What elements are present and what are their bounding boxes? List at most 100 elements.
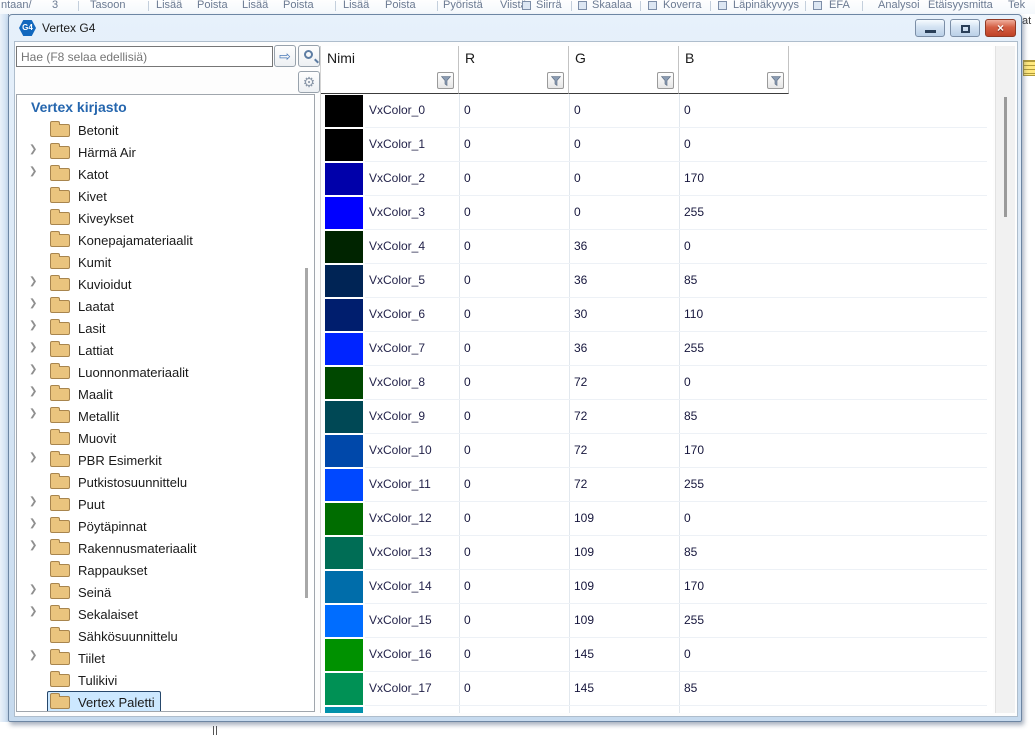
- toolbar-item[interactable]: Etäisyysmitta: [928, 0, 993, 11]
- toolbar-item[interactable]: Analysoi: [878, 0, 920, 11]
- sidebar-item-h-rm-air[interactable]: ❯ Härmä Air: [17, 141, 314, 163]
- table-row[interactable]: VxColor_80720: [321, 366, 993, 400]
- tree-row[interactable]: Metallit: [47, 405, 125, 427]
- column-header-r[interactable]: R: [459, 46, 569, 94]
- sidebar-item-pbr-esimerkit[interactable]: ❯ PBR Esimerkit: [17, 449, 314, 471]
- sidebar-item-kumit[interactable]: Kumit: [17, 251, 314, 273]
- toolbar-item[interactable]: ntaan/: [1, 0, 32, 11]
- chevron-right-icon[interactable]: ❯: [29, 320, 37, 331]
- table-row[interactable]: VxColor_300255: [321, 196, 993, 230]
- close-button[interactable]: ×: [985, 19, 1016, 37]
- table-row[interactable]: VxColor_1601450: [321, 638, 993, 672]
- table-row[interactable]: VxColor_11072255: [321, 468, 993, 502]
- sidebar-item-rakennusmateriaalit[interactable]: ❯ Rakennusmateriaalit: [17, 537, 314, 559]
- tree-row[interactable]: Lattiat: [47, 339, 119, 361]
- toolbar-item[interactable]: EFA: [829, 0, 850, 11]
- column-header-g[interactable]: G: [569, 46, 679, 94]
- chevron-right-icon[interactable]: ❯: [29, 166, 37, 177]
- tree-row[interactable]: Laatat: [47, 295, 120, 317]
- toolbar-item[interactable]: Tasoon: [90, 0, 125, 11]
- table-row[interactable]: VxColor_1201090: [321, 502, 993, 536]
- table-row[interactable]: VxColor_0000: [321, 94, 993, 128]
- column-header-nimi[interactable]: Nimi: [321, 46, 459, 94]
- sidebar-item-putkistosuunnittelu[interactable]: Putkistosuunnittelu: [17, 471, 314, 493]
- chevron-right-icon[interactable]: ❯: [29, 496, 37, 507]
- chevron-right-icon[interactable]: ❯: [29, 144, 37, 155]
- toolbar-item[interactable]: Tek: [1008, 0, 1025, 11]
- settings-button[interactable]: ⚙: [298, 71, 320, 93]
- table-row[interactable]: VxColor_503685: [321, 264, 993, 298]
- chevron-right-icon[interactable]: ❯: [29, 276, 37, 287]
- tree-row[interactable]: Maalit: [47, 383, 119, 405]
- tree-row[interactable]: Puut: [47, 493, 111, 515]
- tree-row[interactable]: Luonnonmateriaalit: [47, 361, 195, 383]
- main-scrollbar-thumb[interactable]: [1004, 97, 1007, 217]
- tree-row[interactable]: Rakennusmateriaalit: [47, 537, 203, 559]
- tree-row[interactable]: Katot: [47, 163, 114, 185]
- tree-row[interactable]: PBR Esimerkit: [47, 449, 168, 471]
- chevron-right-icon[interactable]: ❯: [29, 650, 37, 661]
- sidebar-item-kiveykset[interactable]: Kiveykset: [17, 207, 314, 229]
- toolbar-item[interactable]: Poista: [197, 0, 228, 11]
- chevron-right-icon[interactable]: ❯: [29, 584, 37, 595]
- restore-button[interactable]: [950, 19, 980, 37]
- sidebar-item-tulikivi[interactable]: Tulikivi: [17, 669, 314, 691]
- table-row[interactable]: VxColor_907285: [321, 400, 993, 434]
- chevron-right-icon[interactable]: ❯: [29, 606, 37, 617]
- tree-row[interactable]: Tulikivi: [47, 669, 123, 691]
- sidebar-item-metallit[interactable]: ❯ Metallit: [17, 405, 314, 427]
- chevron-right-icon[interactable]: ❯: [29, 540, 37, 551]
- sidebar-item-muovit[interactable]: Muovit: [17, 427, 314, 449]
- tree-row[interactable]: Härmä Air: [47, 141, 142, 163]
- column-header-b[interactable]: B: [679, 46, 789, 94]
- toolbar-item[interactable]: Poista: [385, 0, 416, 11]
- tree-row[interactable]: Rappaukset: [47, 559, 153, 581]
- sidebar-item-katot[interactable]: ❯ Katot: [17, 163, 314, 185]
- tree-row[interactable]: Putkistosuunnittelu: [47, 471, 193, 493]
- table-row[interactable]: VxColor_6030110: [321, 298, 993, 332]
- toolbar-item[interactable]: Siirrä: [536, 0, 562, 11]
- toolbar-item[interactable]: Skaalaa: [592, 0, 632, 11]
- toolbar-item[interactable]: Lisää: [343, 0, 369, 11]
- minimize-button[interactable]: [915, 19, 945, 37]
- search-button[interactable]: [298, 45, 320, 67]
- sidebar-item-sekalaiset[interactable]: ❯ Sekalaiset: [17, 603, 314, 625]
- tree-row[interactable]: Betonit: [47, 119, 124, 141]
- sidebar-item-p-yt-pinnat[interactable]: ❯ Pöytäpinnat: [17, 515, 314, 537]
- tree-scrollbar-thumb[interactable]: [305, 268, 308, 598]
- toolbar-item[interactable]: Pyöristä: [443, 0, 483, 11]
- sidebar-item-betonit[interactable]: Betonit: [17, 119, 314, 141]
- table-row[interactable]: VxColor_1000: [321, 128, 993, 162]
- tree-row[interactable]: Kivet: [47, 185, 113, 207]
- sidebar-item-lattiat[interactable]: ❯ Lattiat: [17, 339, 314, 361]
- filter-button[interactable]: [767, 72, 784, 89]
- sidebar-item-tiilet[interactable]: ❯ Tiilet: [17, 647, 314, 669]
- chevron-right-icon[interactable]: ❯: [29, 452, 37, 463]
- tree-row[interactable]: Pöytäpinnat: [47, 515, 153, 537]
- toolbar-item[interactable]: Läpinäkyvyys: [733, 0, 799, 11]
- toolbar-item[interactable]: Lisää: [242, 0, 268, 11]
- sidebar-item-kivet[interactable]: Kivet: [17, 185, 314, 207]
- chevron-right-icon[interactable]: ❯: [29, 342, 37, 353]
- search-go-button[interactable]: ⇨: [274, 45, 296, 67]
- table-row[interactable]: VxColor_40360: [321, 230, 993, 264]
- chevron-right-icon[interactable]: ❯: [29, 518, 37, 529]
- table-row[interactable]: VxColor_200170: [321, 162, 993, 196]
- filter-button[interactable]: [657, 72, 674, 89]
- tree-row[interactable]: Sähkösuunnittelu: [47, 625, 184, 647]
- chevron-right-icon[interactable]: ❯: [29, 364, 37, 375]
- tree-row[interactable]: Tiilet: [47, 647, 111, 669]
- tree-row[interactable]: Sekalaiset: [47, 603, 144, 625]
- search-input[interactable]: [16, 46, 273, 67]
- filter-button[interactable]: [547, 72, 564, 89]
- main-scrollbar[interactable]: [995, 46, 1015, 713]
- window-titlebar[interactable]: G4 Vertex G4 ×: [9, 15, 1021, 41]
- tree-row[interactable]: Vertex Paletti: [47, 691, 161, 712]
- table-row[interactable]: VxColor_150109255: [321, 604, 993, 638]
- tree-row[interactable]: Muovit: [47, 427, 122, 449]
- chevron-right-icon[interactable]: ❯: [29, 298, 37, 309]
- chevron-right-icon[interactable]: ❯: [29, 408, 37, 419]
- sidebar-item-luonnonmateriaalit[interactable]: ❯ Luonnonmateriaalit: [17, 361, 314, 383]
- sidebar-item-maalit[interactable]: ❯Maalit: [17, 383, 314, 405]
- toolbar-item[interactable]: 3: [52, 0, 58, 11]
